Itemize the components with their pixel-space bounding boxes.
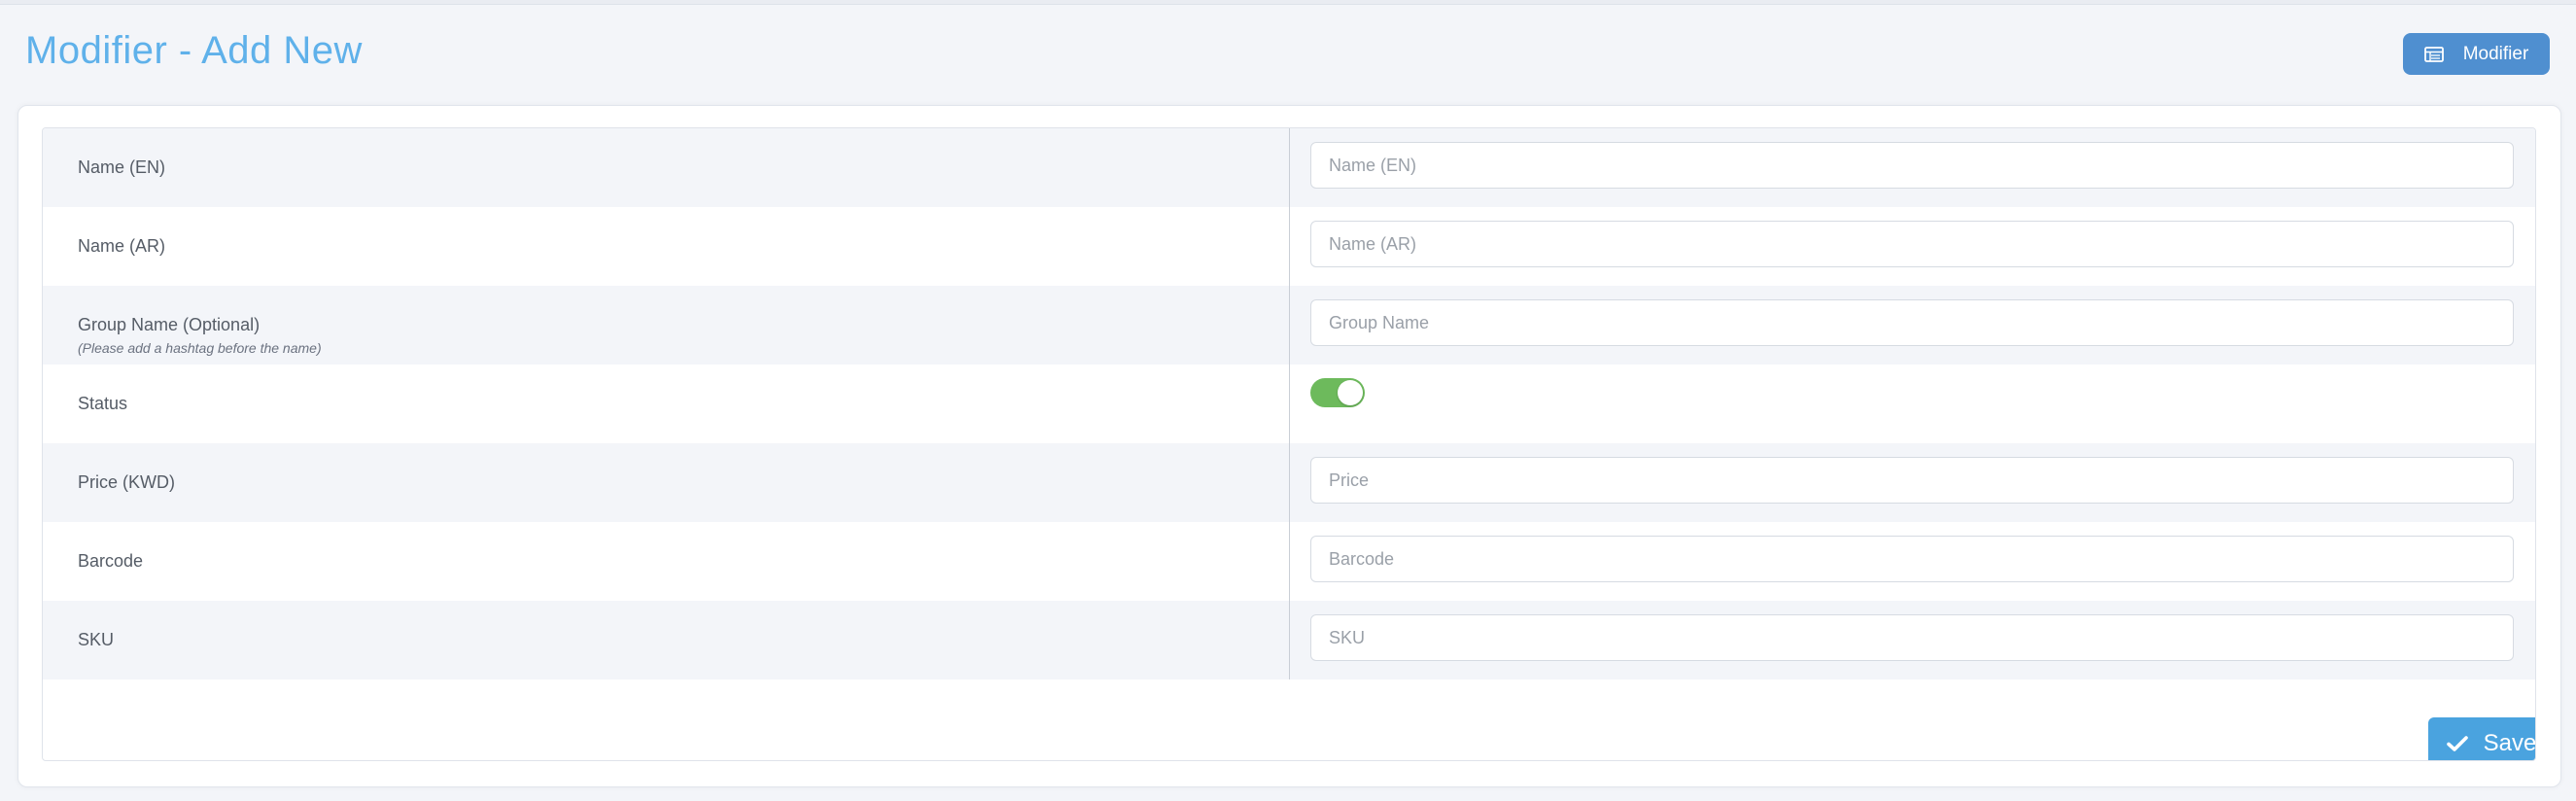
top-border	[0, 0, 2576, 5]
status-label: Status	[78, 394, 128, 413]
page-title: Modifier - Add New	[25, 29, 363, 72]
checkmark-icon	[2446, 735, 2468, 752]
name-ar-input[interactable]	[1310, 221, 2514, 267]
barcode-label: Barcode	[78, 551, 144, 571]
save-button-label: Save	[2483, 730, 2536, 756]
save-button[interactable]: Save	[2428, 717, 2536, 760]
name-en-label: Name (EN)	[78, 157, 166, 177]
toggle-knob	[1338, 380, 1363, 405]
price-label: Price (KWD)	[78, 472, 175, 492]
modifier-button-label: Modifier	[2462, 43, 2529, 64]
sku-label: SKU	[78, 630, 115, 649]
modifier-list-button[interactable]: Modifier	[2403, 33, 2550, 75]
group-name-hint: (Please add a hashtag before the name)	[78, 340, 322, 356]
price-input[interactable]	[1310, 457, 2514, 504]
status-toggle[interactable]	[1310, 378, 1365, 407]
barcode-input[interactable]	[1310, 536, 2514, 582]
form-table: Name (EN) Name (AR) Group Name (Optional…	[42, 127, 2536, 761]
column-divider	[1289, 128, 1290, 679]
name-ar-label: Name (AR)	[78, 236, 166, 256]
table-list-icon	[2423, 46, 2444, 62]
name-en-input[interactable]	[1310, 142, 2514, 189]
form-panel: Name (EN) Name (AR) Group Name (Optional…	[17, 105, 2561, 787]
group-name-label: Group Name (Optional)	[78, 315, 261, 334]
group-name-input[interactable]	[1310, 299, 2514, 346]
sku-input[interactable]	[1310, 614, 2514, 661]
